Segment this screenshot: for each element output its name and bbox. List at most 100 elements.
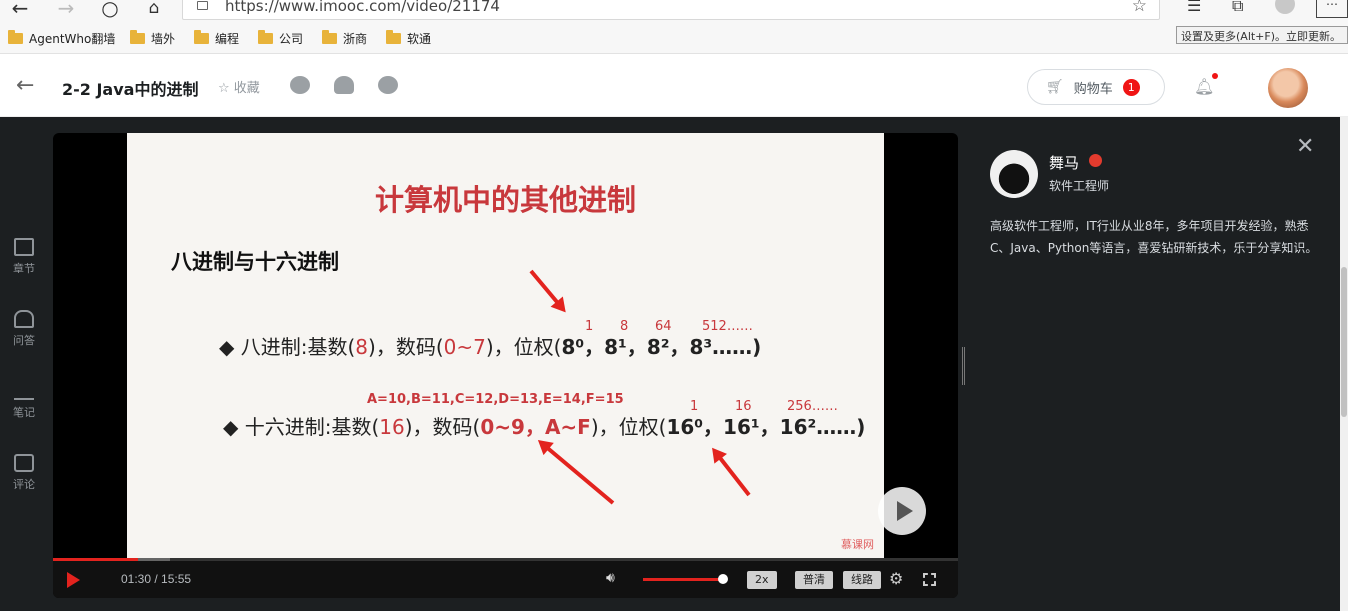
hex-prefix: 十六进制:基数( bbox=[244, 415, 380, 439]
cart-button[interactable]: 🛒︎ 购物车 1 bbox=[1027, 69, 1165, 105]
bookmark-label: AgentWho翻墙 bbox=[29, 31, 116, 46]
scrollbar-thumb[interactable] bbox=[1341, 267, 1347, 417]
route-button[interactable]: 线路 bbox=[843, 571, 881, 589]
watermark: 慕课网 bbox=[841, 538, 874, 551]
settings-tooltip: 设置及更多(Alt+F)。立即更新。 bbox=[1176, 26, 1348, 44]
settings-more-icon[interactable]: ⋯ bbox=[1316, 0, 1348, 18]
bookmark-label: 软通 bbox=[407, 31, 432, 46]
sidebar-item-qa[interactable]: 问答 bbox=[6, 310, 42, 348]
octal-mid2: )，位权( bbox=[485, 335, 562, 359]
folder-icon bbox=[194, 29, 209, 44]
site-header: ← 2-2 Java中的进制 ☆ 收藏 🛒︎ 购物车 1 🔔︎ bbox=[0, 55, 1348, 117]
annotation-arrow bbox=[529, 269, 563, 308]
qa-icon bbox=[14, 310, 34, 328]
lesson-title: 2-2 Java中的进制 bbox=[62, 80, 199, 99]
bookmark-item[interactable]: 编程 bbox=[194, 29, 240, 46]
resize-handle[interactable] bbox=[962, 347, 965, 385]
play-icon[interactable] bbox=[67, 572, 80, 588]
cart-label: 购物车 bbox=[1073, 81, 1113, 97]
hex-digits: 0~9，A~F bbox=[480, 415, 591, 439]
bookmark-item[interactable]: AgentWho翻墙 bbox=[8, 29, 116, 46]
favorites-list-icon[interactable]: ☰ bbox=[1187, 0, 1201, 15]
annotation-arrow bbox=[715, 452, 751, 497]
hex-mid1: )，数码( bbox=[404, 415, 481, 439]
collections-icon[interactable]: ⧉ bbox=[1232, 0, 1243, 16]
favorite-button[interactable]: ☆ 收藏 bbox=[218, 77, 260, 96]
chapters-icon bbox=[14, 238, 34, 256]
refresh-icon[interactable]: ○ bbox=[98, 0, 122, 20]
volume-slider[interactable] bbox=[643, 574, 728, 584]
user-avatar[interactable] bbox=[1268, 68, 1308, 108]
folder-icon bbox=[258, 29, 273, 44]
bullet: ◆ bbox=[219, 335, 235, 359]
octal-line: ◆ 八进制:基数(8)，数码(0~7)，位权(8⁰，8¹，8²，8³……) bbox=[219, 331, 761, 360]
folder-icon bbox=[322, 29, 337, 44]
octal-weights: 8⁰，8¹，8²，8³……) bbox=[561, 335, 762, 359]
video-player[interactable]: 计算机中的其他进制 八进制与十六进制 1 8 64 512…… ◆ 八进制:基数… bbox=[53, 133, 958, 598]
page-scrollbar[interactable] bbox=[1340, 117, 1348, 611]
lock-icon bbox=[197, 1, 208, 10]
back-arrow-icon[interactable]: ← bbox=[16, 73, 34, 98]
slide-title: 计算机中的其他进制 bbox=[374, 183, 636, 217]
slide-subtitle: 八进制与十六进制 bbox=[171, 250, 339, 274]
favorite-label: 收藏 bbox=[233, 81, 260, 96]
bookmark-label: 公司 bbox=[279, 31, 304, 46]
cart-count-badge: 1 bbox=[1122, 78, 1140, 96]
bullet: ◆ bbox=[223, 415, 239, 439]
profile-icon[interactable] bbox=[1275, 0, 1295, 14]
volume-fill bbox=[643, 578, 723, 581]
octal-digits: 0~7 bbox=[443, 335, 486, 359]
hex-base: 16 bbox=[379, 415, 405, 439]
hex-weights: 16⁰，16¹，16²……) bbox=[666, 415, 866, 439]
hex-letter-values: A=10,B=11,C=12,D=13,E=14,F=15 bbox=[367, 392, 624, 407]
hex-mid2: )，位权( bbox=[590, 415, 667, 439]
url-text[interactable]: https://www.imooc.com/video/21174 bbox=[225, 0, 500, 15]
sidebar-item-label: 笔记 bbox=[13, 406, 35, 419]
home-icon[interactable]: ⌂ bbox=[142, 0, 166, 20]
bookmark-item[interactable]: 公司 bbox=[258, 29, 304, 46]
favorite-star-icon[interactable]: ☆ bbox=[1132, 0, 1147, 16]
video-frame: 计算机中的其他进制 八进制与十六进制 1 8 64 512…… ◆ 八进制:基数… bbox=[127, 133, 884, 558]
bookmark-item[interactable]: 浙商 bbox=[322, 29, 368, 46]
comments-icon bbox=[14, 454, 34, 472]
bookmark-item[interactable]: 软通 bbox=[386, 29, 432, 46]
star-icon: ☆ bbox=[218, 81, 234, 96]
sidebar-item-comments[interactable]: 评论 bbox=[6, 454, 42, 492]
weibo-icon[interactable] bbox=[378, 76, 398, 94]
cart-icon: 🛒︎ bbox=[1046, 79, 1064, 95]
teacher-role: 软件工程师 bbox=[1049, 179, 1110, 193]
sidebar-item-label: 章节 bbox=[13, 262, 35, 275]
back-arrow-icon[interactable]: ← bbox=[8, 0, 32, 20]
teacher-bio: 高级软件工程师，IT行业从业8年，多年项目开发经验，熟悉C、Java、Pytho… bbox=[990, 219, 1318, 255]
wechat-icon[interactable] bbox=[290, 76, 310, 94]
sidebar-item-notes[interactable]: 笔记 bbox=[6, 382, 42, 420]
player-controls: 01:30 / 15:55 🔊︎ 2x 普清 线路 ⚙ bbox=[53, 561, 958, 598]
folder-icon bbox=[386, 29, 401, 44]
sidebar-item-label: 评论 bbox=[13, 478, 35, 491]
notification-dot bbox=[1212, 73, 1218, 79]
octal-mid1: )，数码( bbox=[368, 335, 444, 359]
fullscreen-icon[interactable] bbox=[923, 573, 936, 586]
verified-badge-icon bbox=[1089, 154, 1102, 167]
speed-button[interactable]: 2x bbox=[747, 571, 777, 589]
bell-icon[interactable]: 🔔︎ bbox=[1194, 77, 1214, 96]
big-play-button[interactable] bbox=[878, 487, 926, 535]
bookmark-label: 浙商 bbox=[343, 31, 368, 46]
bookmark-item[interactable]: 墙外 bbox=[130, 29, 176, 46]
octal-base: 8 bbox=[355, 335, 369, 359]
quality-button[interactable]: 普清 bbox=[795, 571, 833, 589]
qq-icon[interactable] bbox=[334, 76, 354, 94]
teacher-avatar[interactable] bbox=[990, 150, 1038, 198]
teacher-name[interactable]: 舞马 bbox=[1049, 152, 1079, 173]
gear-icon[interactable]: ⚙ bbox=[889, 569, 903, 588]
bookmark-label: 编程 bbox=[215, 31, 240, 46]
volume-knob[interactable] bbox=[718, 574, 728, 584]
sidebar-item-chapters[interactable]: 章节 bbox=[6, 238, 42, 276]
address-bar[interactable]: https://www.imooc.com/video/21174 ☆ bbox=[182, 0, 1160, 20]
forward-arrow-icon[interactable]: → bbox=[54, 0, 78, 20]
bookmark-label: 墙外 bbox=[151, 31, 176, 46]
volume-icon[interactable]: 🔊︎ bbox=[606, 570, 615, 586]
close-icon[interactable]: ✕ bbox=[1296, 134, 1314, 159]
bookmarks-bar: AgentWho翻墙 墙外 编程 公司 浙商 软通 bbox=[0, 22, 1348, 54]
browser-toolbar: ← → ○ ⌂ https://www.imooc.com/video/2117… bbox=[0, 0, 1348, 22]
